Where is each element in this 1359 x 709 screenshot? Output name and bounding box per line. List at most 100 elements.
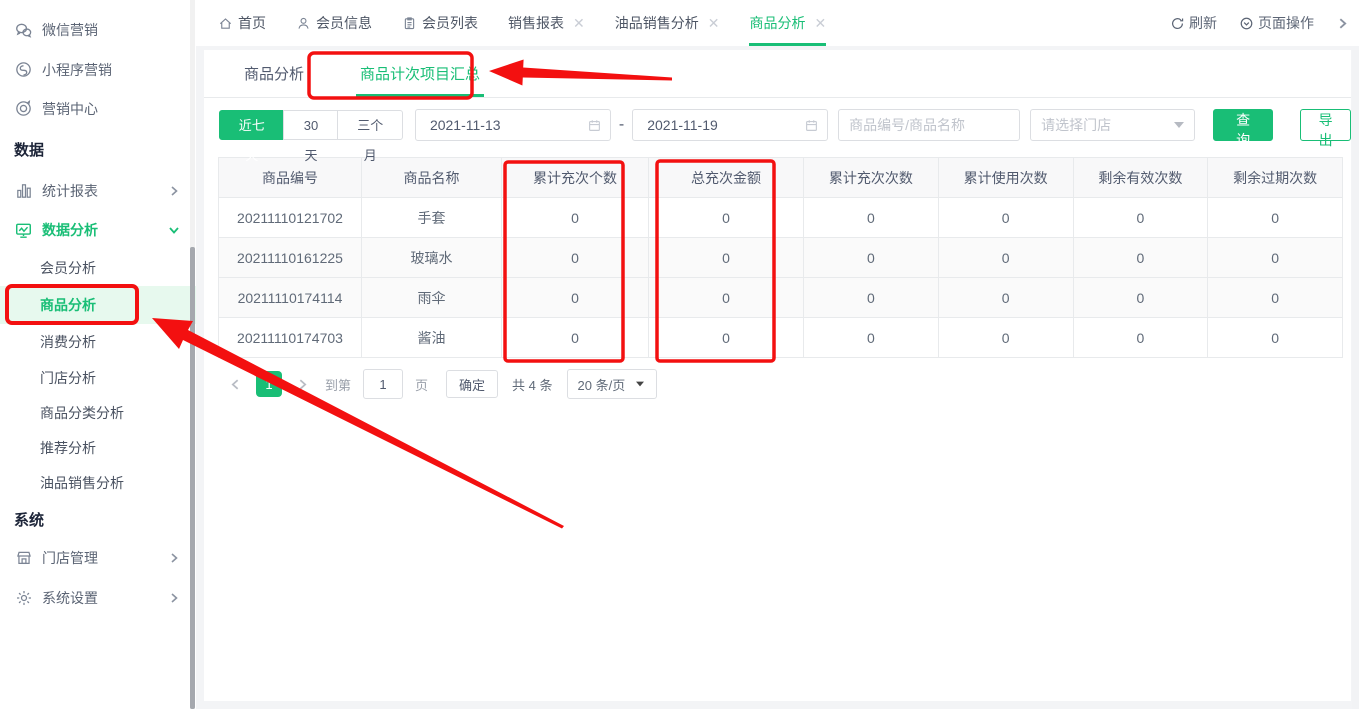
export-button[interactable]: 导出 — [1300, 109, 1351, 141]
caret-down-icon — [1174, 122, 1184, 128]
column-header: 商品名称 — [362, 158, 502, 198]
table-row[interactable]: 20211110161225玻璃水000000 — [219, 238, 1343, 278]
sidebar-item-label: 微信营销 — [42, 20, 98, 40]
range-last7days-button[interactable]: 近七天 — [219, 110, 284, 140]
start-date-picker[interactable] — [415, 109, 611, 141]
sidebar-item-data-analysis[interactable]: 数据分析 — [0, 211, 196, 249]
range-30days-button[interactable]: 30天 — [283, 110, 338, 140]
sidebar-item-label: 系统设置 — [42, 588, 98, 608]
sidebar-item-stats-report[interactable]: 统计报表 — [0, 171, 196, 211]
sidebar: 微信营销 小程序营销 营销中心 数据 统计报表 — [0, 0, 196, 709]
sidebar-item-marketing-center[interactable]: 营销中心 — [0, 89, 196, 128]
sidebar-item-label: 统计报表 — [42, 181, 98, 201]
caret-down-icon — [636, 382, 644, 387]
close-icon[interactable]: ✕ — [814, 15, 826, 32]
table-row[interactable]: 20211110174703酱油000000 — [219, 318, 1343, 358]
close-icon[interactable]: ✕ — [573, 15, 585, 32]
close-icon[interactable]: ✕ — [708, 15, 720, 32]
main-scrollbar-track[interactable] — [1352, 50, 1359, 709]
start-date-input[interactable] — [428, 116, 587, 134]
range-3months-button[interactable]: 三个月 — [337, 110, 402, 140]
sidebar-item-label: 消费分析 — [40, 332, 96, 352]
sidebar-item-system-settings[interactable]: 系统设置 — [0, 578, 196, 617]
quick-range-group: 近七天 30天 三个月 — [219, 110, 403, 140]
sidebar-item-product-analysis[interactable]: 商品分析 — [0, 286, 196, 324]
column-header: 累计充次次数 — [804, 158, 939, 198]
summary-table: 商品编号 商品名称 累计充次个数 总充次金额 累计充次次数 累计使用次数 剩余有… — [218, 157, 1343, 358]
page-size-select[interactable]: 20 条/页 — [567, 369, 657, 399]
goto-confirm-button[interactable]: 确定 — [446, 370, 498, 398]
goto-page-input[interactable] — [363, 369, 403, 399]
sidebar-item-product-category-analysis[interactable]: 商品分类分析 — [0, 395, 196, 430]
content-tabs: 商品分析 商品计次项目汇总 — [204, 50, 1351, 98]
tab-sales-report[interactable]: 销售报表 ✕ — [508, 0, 585, 46]
sidebar-item-store-management[interactable]: 门店管理 — [0, 538, 196, 578]
column-header: 累计充次个数 — [502, 158, 649, 198]
tab-label: 首页 — [238, 13, 266, 33]
tab-product-count-summary[interactable]: 商品计次项目汇总 — [356, 50, 484, 97]
sidebar-item-oil-sales-analysis[interactable]: 油品销售分析 — [0, 465, 196, 500]
table-header-row: 商品编号 商品名称 累计充次个数 总充次金额 累计充次次数 累计使用次数 剩余有… — [219, 158, 1343, 198]
column-header: 剩余有效次数 — [1073, 158, 1208, 198]
current-page-button[interactable]: 1 — [256, 371, 282, 397]
table-row[interactable]: 20211110174114雨伞000000 — [219, 278, 1343, 318]
wechat-icon — [14, 21, 33, 40]
tab-member-info[interactable]: 会员信息 — [296, 0, 372, 46]
chevron-right-icon — [168, 552, 180, 564]
sidebar-item-consumption-analysis[interactable]: 消费分析 — [0, 324, 196, 360]
search-button[interactable]: 查询 — [1213, 109, 1274, 141]
bar-chart-icon — [14, 182, 33, 201]
chevron-right-icon[interactable] — [1336, 17, 1349, 30]
end-date-input[interactable] — [645, 116, 804, 134]
goto-prefix-label: 到第 — [325, 375, 351, 394]
miniprogram-icon — [14, 60, 33, 79]
column-header: 商品编号 — [219, 158, 362, 198]
page-operations-icon — [1239, 16, 1254, 31]
sidebar-item-label: 门店管理 — [42, 548, 98, 568]
sidebar-item-label: 门店分析 — [40, 368, 96, 388]
chevron-right-icon — [168, 185, 180, 197]
gear-icon — [14, 588, 33, 607]
sidebar-item-label: 油品销售分析 — [40, 473, 124, 493]
tab-oil-sales-analysis[interactable]: 油品销售分析 ✕ — [615, 0, 720, 46]
tab-product-analysis-inner[interactable]: 商品分析 — [240, 50, 308, 97]
tab-label: 会员信息 — [316, 13, 372, 33]
user-icon — [296, 16, 311, 31]
keyword-search-input[interactable] — [838, 109, 1020, 141]
column-header: 总充次金额 — [649, 158, 804, 198]
tab-label: 油品销售分析 — [615, 13, 699, 33]
page-operations-button[interactable]: 页面操作 — [1239, 13, 1314, 33]
sidebar-item-label: 营销中心 — [42, 99, 98, 119]
column-header: 剩余过期次数 — [1208, 158, 1343, 198]
store-select[interactable]: 请选择门店 — [1030, 109, 1195, 141]
tab-member-list[interactable]: 会员列表 — [402, 0, 478, 46]
sidebar-section-system: 系统 — [0, 500, 196, 538]
tab-home[interactable]: 首页 — [218, 0, 266, 46]
sidebar-scrollbar-thumb[interactable] — [190, 247, 195, 709]
table-row[interactable]: 20211110121702手套000000 — [219, 198, 1343, 238]
tab-label: 销售报表 — [508, 13, 564, 33]
sidebar-item-store-analysis[interactable]: 门店分析 — [0, 360, 196, 395]
goto-suffix-label: 页 — [415, 375, 428, 394]
end-date-picker[interactable] — [632, 109, 828, 141]
clipboard-icon — [402, 16, 417, 31]
tab-label: 商品分析 — [749, 13, 805, 33]
chevron-right-icon — [168, 592, 180, 604]
tab-product-analysis[interactable]: 商品分析 ✕ — [749, 0, 826, 46]
sidebar-item-recommendation-analysis[interactable]: 推荐分析 — [0, 430, 196, 465]
sidebar-item-wechat-marketing[interactable]: 微信营销 — [0, 10, 196, 50]
sidebar-item-member-analysis[interactable]: 会员分析 — [0, 249, 196, 286]
refresh-icon — [1170, 16, 1185, 31]
calendar-icon — [587, 118, 602, 133]
prev-page-icon[interactable] — [219, 378, 252, 391]
refresh-button[interactable]: 刷新 — [1170, 13, 1217, 33]
home-icon — [218, 16, 233, 31]
sidebar-item-label: 商品分类分析 — [40, 403, 124, 423]
sidebar-item-miniprogram-marketing[interactable]: 小程序营销 — [0, 50, 196, 89]
pagination: 1 到第 页 确定 共 4 条 20 条/页 — [219, 369, 1351, 399]
chevron-down-icon — [168, 224, 180, 236]
store-select-placeholder: 请选择门店 — [1041, 115, 1111, 135]
calendar-icon — [804, 118, 819, 133]
topbar: 首页 会员信息 会员列表 销售报表 ✕ 油品销售分析 ✕ 商品分析 ✕ 刷新 — [196, 0, 1359, 46]
next-page-icon[interactable] — [286, 378, 319, 391]
